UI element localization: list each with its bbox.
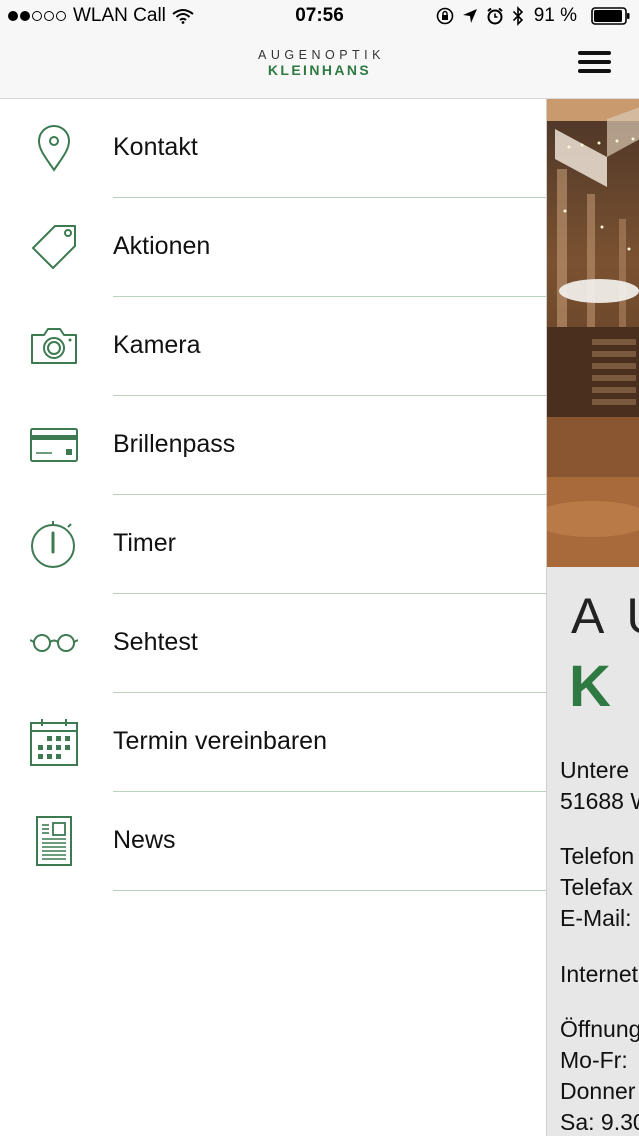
menu-item-label: News bbox=[113, 826, 176, 854]
logo-bottom-text: KLEINHANS bbox=[267, 62, 372, 78]
contact-line: Telefon bbox=[560, 843, 635, 869]
calendar-icon bbox=[24, 717, 84, 767]
menu-item-kontakt[interactable]: Kontakt bbox=[0, 99, 546, 198]
menu-item-brillenpass[interactable]: Brillenpass bbox=[0, 396, 546, 495]
address-line: 51688 W bbox=[560, 788, 639, 814]
menu-item-termin-vereinbaren[interactable]: Termin vereinbaren bbox=[0, 693, 546, 792]
menu-item-aktionen[interactable]: Aktionen bbox=[0, 198, 546, 297]
address-line: Untere bbox=[560, 757, 630, 783]
status-bar: WLAN Call 07:56 91 % bbox=[0, 0, 639, 32]
brand-name-top: AU bbox=[571, 588, 639, 644]
hours-line: Donner bbox=[560, 1078, 636, 1104]
logo-top-text: AUGENOPTIK bbox=[258, 48, 385, 62]
contact-line: Telefax bbox=[560, 874, 633, 900]
menu-item-label: Kontakt bbox=[113, 133, 198, 161]
page-content-behind-drawer[interactable]: AU K Untere 51688 W Telefon Telefax E-Ma… bbox=[546, 99, 639, 1136]
menu-bar-line bbox=[578, 51, 611, 55]
alarm-icon bbox=[487, 7, 503, 25]
hours-line: Sa: 9.30 bbox=[560, 1109, 639, 1135]
battery-icon bbox=[591, 7, 630, 25]
newspaper-icon bbox=[24, 816, 84, 866]
menu-item-label: Kamera bbox=[113, 331, 201, 359]
menu-item-label: Brillenpass bbox=[113, 430, 236, 458]
credit-card-icon bbox=[24, 420, 84, 470]
location-arrow-icon bbox=[462, 9, 477, 23]
bluetooth-icon bbox=[512, 6, 523, 26]
camera-icon bbox=[24, 321, 84, 371]
navigation-drawer: Kontakt Aktionen Kamera Brillenpass Time… bbox=[0, 99, 546, 1136]
menu-item-label: Aktionen bbox=[113, 232, 211, 260]
location-pin-icon bbox=[24, 123, 84, 173]
menu-item-kamera[interactable]: Kamera bbox=[0, 297, 546, 396]
menu-item-label: Termin vereinbaren bbox=[113, 727, 327, 755]
app-header: AUGENOPTIK KLEINHANS bbox=[0, 32, 639, 99]
rotation-lock-icon bbox=[436, 7, 453, 25]
brand-logo[interactable]: AUGENOPTIK KLEINHANS bbox=[0, 48, 639, 78]
menu-item-sehtest[interactable]: Sehtest bbox=[0, 594, 546, 693]
menu-divider bbox=[113, 890, 546, 891]
hours-line: Mo-Fr: bbox=[560, 1047, 628, 1073]
menu-bar-line bbox=[578, 69, 611, 73]
stopwatch-icon bbox=[24, 519, 84, 569]
contact-line: E-Mail: bbox=[560, 905, 632, 931]
hours-line: Öffnung bbox=[560, 1016, 639, 1042]
price-tag-icon bbox=[24, 222, 84, 272]
menu-item-label: Sehtest bbox=[113, 628, 198, 656]
menu-item-label: Timer bbox=[113, 529, 176, 557]
brand-name-bottom: K bbox=[569, 654, 633, 719]
store-interior-photo bbox=[547, 99, 639, 567]
menu-item-timer[interactable]: Timer bbox=[0, 495, 546, 594]
battery-percentage: 91 % bbox=[533, 5, 577, 26]
menu-item-news[interactable]: News bbox=[0, 792, 546, 891]
glasses-icon bbox=[24, 618, 84, 668]
internet-line: Internet bbox=[560, 961, 638, 987]
hamburger-menu-button[interactable] bbox=[578, 51, 611, 77]
menu-bar-line bbox=[578, 60, 611, 64]
